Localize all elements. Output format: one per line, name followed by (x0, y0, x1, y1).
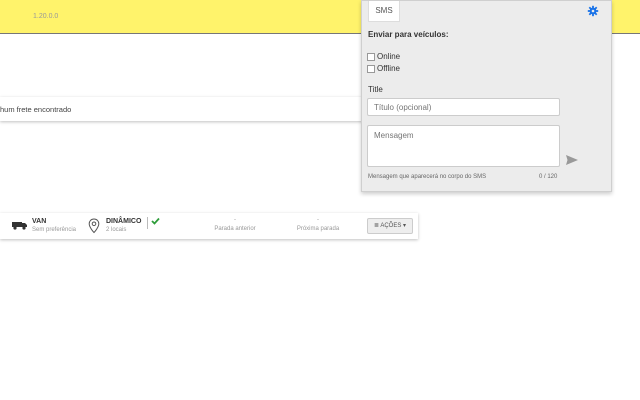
check-icon (151, 217, 160, 227)
gear-icon[interactable] (587, 4, 599, 17)
vehicle-title: VAN (32, 218, 47, 225)
previous-stop-value: - (234, 217, 236, 223)
tab-sms[interactable]: SMS (368, 1, 400, 22)
divider (147, 217, 148, 229)
freight-empty-text: hum frete encontrado (0, 105, 72, 114)
mode-info: DINÂMICO 2 locais (106, 218, 141, 233)
actions-button[interactable]: ≣ AÇÕES ▾ (367, 218, 413, 234)
next-stop: - Próxima parada (288, 217, 348, 232)
app-version: 1.20.0.0 (33, 13, 59, 20)
title-label: Title (368, 85, 383, 94)
offline-label: Offline (377, 64, 400, 73)
mode-title: DINÂMICO (106, 218, 142, 225)
next-stop-label: Próxima parada (296, 226, 340, 232)
truck-icon (12, 220, 28, 232)
online-label: Online (377, 52, 401, 61)
offline-checkbox[interactable] (367, 65, 375, 73)
online-checkbox[interactable] (367, 53, 375, 61)
title-input[interactable] (367, 98, 560, 116)
send-to-label: Enviar para veículos: (368, 30, 449, 39)
freight-empty-card: hum frete encontrado (0, 97, 418, 121)
mode-subtitle: 2 locais (106, 227, 127, 233)
map-pin-icon (88, 218, 100, 236)
caret-down-icon: ▾ (403, 223, 407, 229)
message-textarea[interactable] (367, 125, 560, 167)
previous-stop: - Parada anterior (205, 217, 265, 232)
route-card: VAN Sem preferência DINÂMICO 2 locais - … (0, 213, 418, 239)
message-hint: Mensagem que aparecerá no corpo do SMS (368, 174, 487, 180)
list-icon: ≣ (373, 223, 379, 229)
next-stop-value: - (317, 217, 319, 223)
vehicle-subtitle: Sem preferência (32, 227, 77, 233)
actions-label: AÇÕES (380, 223, 402, 229)
send-icon[interactable] (565, 153, 579, 165)
previous-stop-label: Parada anterior (214, 226, 256, 232)
char-counter: 0 / 120 (539, 174, 558, 180)
vehicle-info: VAN Sem preferência (32, 218, 76, 233)
sms-panel: SMS Enviar para veículos: Online Offline… (361, 0, 612, 192)
